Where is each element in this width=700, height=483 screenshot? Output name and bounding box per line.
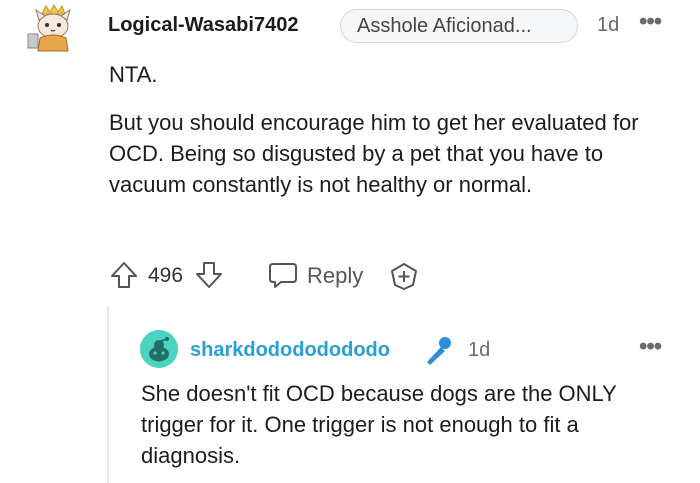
comment-timestamp: 1d — [597, 14, 620, 36]
upvote-icon[interactable] — [109, 260, 139, 290]
thread-line[interactable] — [107, 306, 109, 483]
user-avatar[interactable] — [22, 3, 82, 52]
vote-score: 496 — [148, 264, 184, 287]
more-options-button[interactable]: ••• — [639, 8, 662, 36]
reply-timestamp: 1d — [468, 339, 491, 361]
reply-avatar[interactable] — [140, 330, 178, 368]
reply-button[interactable]: Reply — [307, 263, 363, 289]
comment-username[interactable]: Logical-Wasabi7402 — [108, 14, 298, 37]
reply-username[interactable]: sharkdodododododo — [190, 339, 390, 362]
reply-more-options-button[interactable]: ••• — [639, 333, 662, 361]
downvote-icon[interactable] — [194, 260, 224, 290]
reply-bubble-icon[interactable] — [267, 260, 299, 290]
comment-paragraph: But you should encourage him to get her … — [109, 110, 639, 197]
user-flair: Asshole Aficionad... — [340, 9, 578, 43]
microphone-icon — [421, 333, 455, 367]
comment-paragraph: NTA. — [109, 62, 158, 87]
award-icon[interactable] — [388, 261, 420, 291]
reply-text: She doesn't fit OCD because dogs are the… — [141, 381, 617, 468]
